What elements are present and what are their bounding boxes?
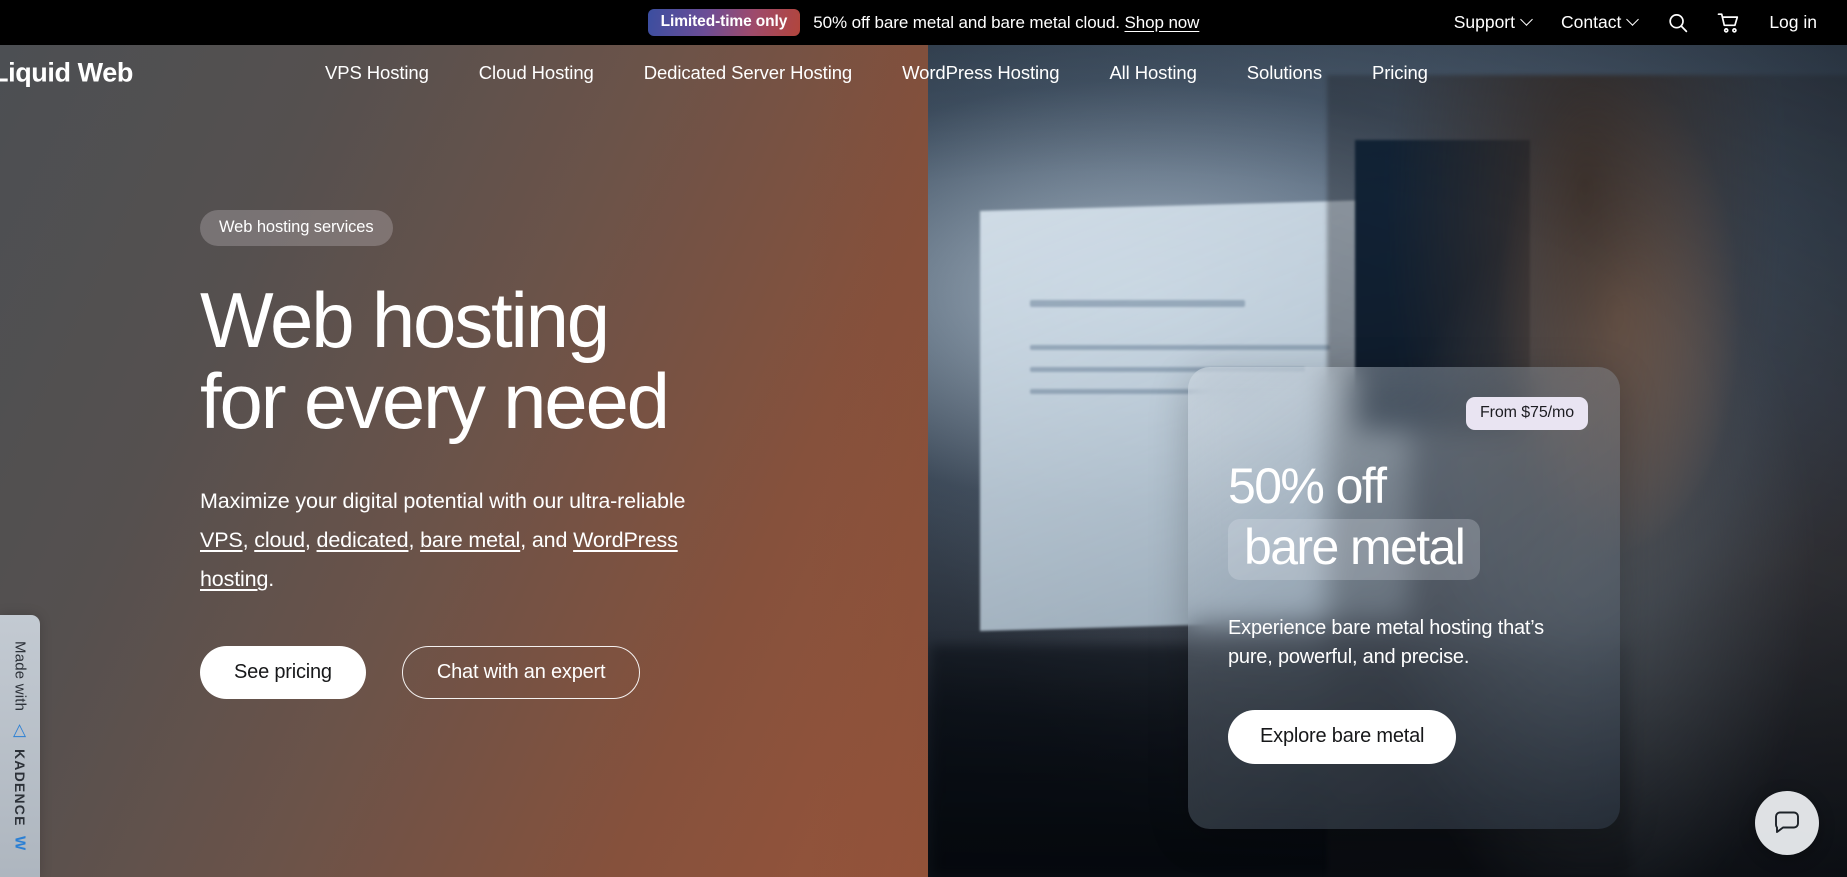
search-icon[interactable]: [1653, 12, 1703, 34]
chat-with-expert-button[interactable]: Chat with an expert: [401, 645, 641, 699]
hero-content: Web hosting services Web hosting for eve…: [200, 210, 800, 699]
shop-now-link[interactable]: Shop now: [1125, 13, 1200, 32]
contact-menu[interactable]: Contact: [1547, 12, 1653, 33]
page-title: Web hosting for every need: [200, 279, 800, 446]
promo-card-heading: 50% off bare metal: [1228, 460, 1580, 580]
contact-menu-label: Contact: [1561, 12, 1622, 32]
kadence-prefix-label: Made with: [11, 640, 29, 712]
link-dedicated[interactable]: dedicated: [317, 528, 409, 552]
chevron-down-icon: [1628, 15, 1639, 26]
promo-card-heading-line-1: 50% off: [1228, 458, 1387, 514]
hero-description-intro: Maximize your digital potential with our…: [200, 489, 686, 514]
kadence-logo-icon: △: [10, 720, 30, 741]
promo-bar: Limited-time only 50% off bare metal and…: [0, 0, 1847, 45]
chat-bubble-icon: [1772, 806, 1802, 841]
chat-bubble-button[interactable]: [1755, 791, 1819, 855]
shopping-cart-icon[interactable]: [1703, 12, 1755, 34]
nav-link-wordpress-hosting[interactable]: WordPress Hosting: [877, 62, 1084, 84]
login-link[interactable]: Log in: [1755, 12, 1831, 33]
nav-link-dedicated-server-hosting[interactable]: Dedicated Server Hosting: [619, 62, 877, 84]
chevron-down-icon: [1522, 15, 1533, 26]
primary-nav-links: VPS Hosting Cloud Hosting Dedicated Serv…: [300, 45, 1453, 100]
link-bare-metal[interactable]: bare metal: [420, 528, 520, 552]
hero-cta-row: See pricing Chat with an expert: [200, 645, 800, 699]
sep: ,: [304, 528, 317, 553]
see-pricing-button[interactable]: See pricing: [200, 645, 366, 699]
promo-message: 50% off bare metal and bare metal cloud.: [813, 12, 1120, 32]
bare-metal-promo-card: From $75/mo 50% off bare metal Experienc…: [1188, 367, 1620, 829]
sep: ,: [408, 528, 421, 553]
nav-link-pricing[interactable]: Pricing: [1347, 62, 1453, 84]
limited-time-badge: Limited-time only: [647, 9, 801, 36]
nav-link-cloud-hosting[interactable]: Cloud Hosting: [454, 62, 619, 84]
support-menu-label: Support: [1453, 12, 1515, 32]
main-navigation: Liquid Web VPS Hosting Cloud Hosting Ded…: [0, 45, 1847, 100]
promo-bar-text: 50% off bare metal and bare metal cloud.…: [813, 13, 1199, 33]
kadence-badge-stack: Made with △ KADENCE W: [10, 640, 30, 852]
sep: .: [268, 567, 275, 592]
kadence-name-label: KADENCE: [12, 749, 28, 827]
promo-card-body: Experience bare metal hosting that’s pur…: [1228, 617, 1544, 668]
made-with-kadence-badge[interactable]: Made with △ KADENCE W: [0, 615, 40, 877]
hero-description: Maximize your digital potential with our…: [200, 482, 700, 599]
promo-card-heading-highlight: bare metal: [1228, 519, 1481, 580]
nav-link-vps-hosting[interactable]: VPS Hosting: [300, 62, 454, 84]
page-root: Limited-time only 50% off bare metal and…: [0, 0, 1847, 877]
nav-link-solutions[interactable]: Solutions: [1222, 62, 1347, 84]
explore-bare-metal-button[interactable]: Explore bare metal: [1228, 709, 1457, 764]
hero-eyebrow-pill: Web hosting services: [200, 210, 393, 246]
promo-card-inner: From $75/mo 50% off bare metal Experienc…: [1188, 367, 1620, 829]
site-logo[interactable]: Liquid Web: [0, 57, 133, 88]
promo-bar-utility-nav: Support Contact Log in: [1440, 0, 1831, 45]
link-vps[interactable]: VPS: [200, 528, 243, 552]
support-menu[interactable]: Support: [1440, 12, 1547, 33]
hero-heading-line-2: for every need: [200, 357, 670, 446]
sep: , and: [520, 528, 574, 553]
nav-link-all-hosting[interactable]: All Hosting: [1084, 62, 1221, 84]
hero-heading-line-1: Web hosting: [200, 276, 610, 364]
kadence-suffix-label: W: [11, 835, 29, 852]
price-badge: From $75/mo: [1465, 397, 1588, 430]
link-cloud[interactable]: cloud: [254, 528, 305, 552]
sep: ,: [242, 528, 255, 553]
